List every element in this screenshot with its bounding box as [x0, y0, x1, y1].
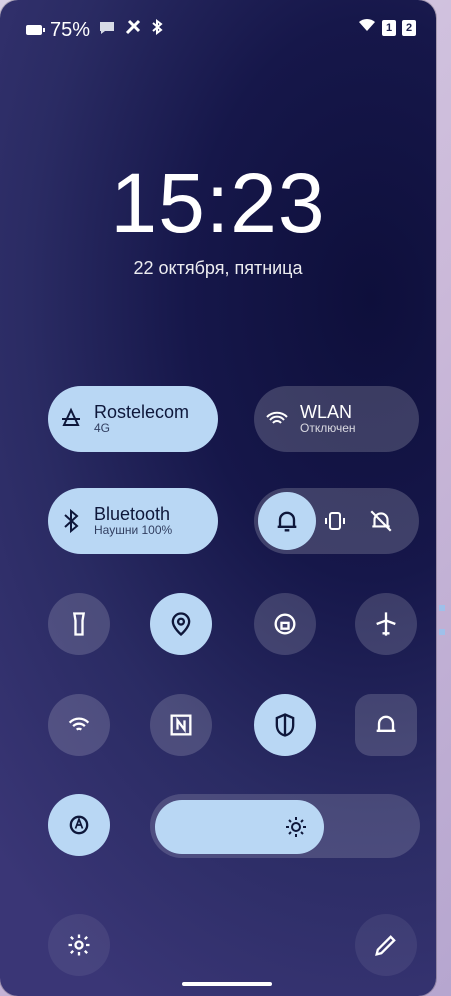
page-dot[interactable]	[439, 605, 445, 611]
status-left: 75%	[26, 18, 164, 42]
wrench-icon	[124, 18, 142, 42]
settings-button[interactable]	[48, 914, 110, 976]
airplane-icon	[376, 612, 396, 636]
quick-settings-screen: 75% 1 2 15:23 22 октября, пятница Rostel…	[0, 0, 436, 996]
wlan-subtitle: Отключен	[300, 421, 356, 436]
mobile-data-icon	[48, 407, 94, 431]
clock: 15:23	[110, 156, 326, 250]
hotspot-toggle[interactable]	[48, 694, 110, 756]
mobile-data-title: Rostelecom	[94, 401, 190, 422]
airplane-toggle[interactable]	[355, 593, 417, 655]
wlan-icon	[254, 407, 300, 431]
flashlight-toggle[interactable]	[48, 593, 110, 655]
notification-toggle[interactable]	[355, 694, 417, 756]
page-indicator	[439, 605, 445, 653]
battery-percent: 75%	[50, 18, 91, 41]
pencil-icon	[375, 935, 396, 956]
mobile-data-tile[interactable]: Rostelecom 4G	[48, 386, 218, 452]
status-bar: 75% 1 2	[26, 18, 416, 48]
wlan-title: WLAN	[300, 401, 353, 422]
location-icon	[171, 612, 191, 637]
wifi-status-icon	[358, 18, 376, 37]
rotation-lock-toggle[interactable]	[254, 593, 316, 655]
wifi-hotspot-icon	[68, 717, 90, 731]
vibrate-icon	[325, 512, 345, 530]
auto-brightness-icon	[69, 815, 89, 835]
chat-icon	[98, 19, 116, 42]
rotation-lock-icon	[274, 613, 296, 635]
nfc-icon	[170, 714, 192, 736]
status-right: 1 2	[358, 18, 416, 37]
sound-mode-ring[interactable]	[258, 492, 316, 550]
bell-outline-icon	[376, 715, 396, 732]
vibrate-mode[interactable]	[312, 508, 358, 534]
bluetooth-tile[interactable]: Bluetooth Наушни 100%	[48, 488, 218, 554]
sim2-icon: 2	[402, 19, 416, 36]
date: 22 октября, пятница	[133, 258, 303, 278]
sim1-icon: 1	[382, 19, 396, 36]
battery-icon	[26, 25, 45, 35]
page-dot[interactable]	[439, 629, 445, 635]
bluetooth-icon	[48, 508, 94, 534]
silent-mode[interactable]	[358, 508, 404, 534]
brightness-slider-fill[interactable]	[155, 800, 324, 854]
sun-icon	[286, 817, 306, 837]
home-indicator[interactable]	[182, 982, 272, 986]
wlan-tile[interactable]: WLAN Отключен	[254, 386, 419, 452]
bell-off-icon	[370, 510, 392, 532]
shield-icon	[275, 713, 295, 737]
bluetooth-title: Bluetooth	[94, 503, 171, 524]
gear-icon	[68, 934, 90, 956]
security-toggle[interactable]	[254, 694, 316, 756]
bluetooth-subtitle: Наушни 100%	[94, 523, 173, 538]
edit-button[interactable]	[355, 914, 417, 976]
mobile-data-subtitle: 4G	[94, 421, 111, 436]
bell-icon	[277, 511, 297, 532]
sound-mode-selector[interactable]	[254, 488, 419, 554]
auto-brightness-toggle[interactable]	[48, 794, 110, 856]
flashlight-icon	[72, 612, 86, 636]
nfc-toggle[interactable]	[150, 694, 212, 756]
location-toggle[interactable]	[150, 593, 212, 655]
bluetooth-status-icon	[150, 18, 164, 42]
